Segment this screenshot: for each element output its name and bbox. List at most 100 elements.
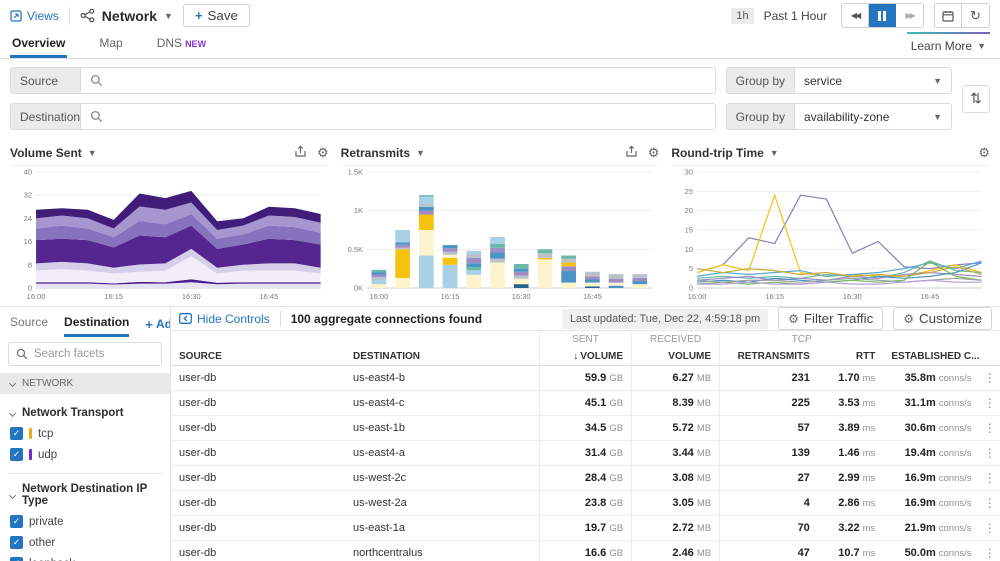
retransmits-chart[interactable]: 0K 0.5K 1K 1.5K 16:00 16:15 16:30 16:45 bbox=[341, 166, 660, 302]
row-menu-kebab-icon[interactable]: ⋮ bbox=[979, 365, 1000, 391]
facet-tab-source[interactable]: Source bbox=[10, 309, 48, 337]
gear-icon[interactable]: ⚙ bbox=[648, 145, 660, 161]
checkbox-checked[interactable]: ✓ bbox=[10, 448, 23, 461]
row-menu-kebab-icon[interactable]: ⋮ bbox=[979, 440, 1000, 466]
row-menu-kebab-icon[interactable]: ⋮ bbox=[979, 540, 1000, 561]
volume-sent-chart[interactable]: 081624324016:00 16:15 16:30 16:45 bbox=[10, 166, 329, 302]
svg-text:25: 25 bbox=[685, 187, 693, 196]
row-menu-kebab-icon[interactable]: ⋮ bbox=[979, 490, 1000, 516]
cell-value: 23.8 bbox=[584, 497, 607, 509]
fast-forward-button[interactable]: ▶▶ bbox=[896, 4, 923, 27]
destination-search-input[interactable] bbox=[110, 109, 706, 124]
cell-value: 225 bbox=[791, 397, 810, 409]
svg-text:15: 15 bbox=[685, 226, 693, 235]
table-row[interactable]: user-db us-west-2c 28.4 GB 3.08 MB 27 2.99 ms 16.… bbox=[171, 465, 1000, 491]
checkbox-checked[interactable]: ✓ bbox=[10, 557, 23, 561]
table-row[interactable]: user-db northcentralus 16.6 GB 2.46 MB 47 10.7 m… bbox=[171, 540, 1000, 561]
cell-value: 34.5 bbox=[584, 422, 607, 434]
playback-button-group: ◀◀ ▶▶ bbox=[841, 3, 924, 28]
round-trip-time-panel: Round-trip Time ▼ ⚙ 0 5 10 15 20 25 30 16:00 16:… bbox=[671, 140, 991, 302]
hide-controls-button[interactable]: Hide Controls bbox=[179, 312, 270, 326]
filter-traffic-button[interactable]: ⚙ Filter Traffic bbox=[778, 307, 884, 330]
calendar-button[interactable] bbox=[935, 4, 962, 27]
facet-item-other[interactable]: ✓ other bbox=[10, 536, 160, 549]
swap-arrows-icon: ⇅ bbox=[970, 90, 982, 106]
facet-item-tcp[interactable]: ✓ tcp bbox=[10, 427, 160, 440]
column-rtt[interactable]: RTT bbox=[817, 348, 884, 366]
plus-icon: + bbox=[194, 8, 203, 23]
tab-dns[interactable]: DNS NEW bbox=[155, 30, 208, 58]
cell-unit: ms bbox=[862, 523, 876, 534]
cell-rtt: 1.70 ms bbox=[817, 365, 884, 391]
row-menu-kebab-icon[interactable]: ⋮ bbox=[979, 390, 1000, 416]
time-range-badge[interactable]: 1h bbox=[731, 7, 754, 24]
facet-section-label: NETWORK bbox=[22, 378, 74, 389]
facet-group-title[interactable]: Network Destination IP Type bbox=[8, 483, 160, 507]
group-header-sent: SENT bbox=[538, 331, 632, 348]
row-menu-kebab-icon[interactable]: ⋮ bbox=[979, 515, 1000, 541]
facet-tab-bar: Source Destination +Add bbox=[0, 307, 170, 337]
row-menu-kebab-icon[interactable]: ⋮ bbox=[979, 415, 1000, 441]
table-row[interactable]: user-db us-west-2a 23.8 GB 3.05 MB 4 2.86 ms 16.9… bbox=[171, 490, 1000, 516]
views-label: Views bbox=[27, 8, 59, 23]
export-icon[interactable] bbox=[625, 144, 638, 158]
column-source[interactable]: SOURCE bbox=[171, 348, 345, 366]
learn-more-dropdown[interactable]: Learn More ▼ bbox=[906, 32, 991, 58]
views-button[interactable]: Views bbox=[10, 9, 59, 23]
cell-retransmits: 231 bbox=[719, 365, 818, 391]
swap-source-destination-button[interactable]: ⇅ bbox=[962, 84, 990, 113]
customize-button[interactable]: ⚙ Customize bbox=[893, 307, 992, 330]
column-received-volume[interactable]: VOLUME bbox=[631, 348, 720, 366]
source-group-by-value: service bbox=[804, 73, 843, 88]
export-icon[interactable] bbox=[294, 144, 307, 158]
round-trip-time-chart[interactable]: 05101520253016:00 16:15 16:30 16:45 bbox=[671, 166, 990, 302]
checkbox-checked[interactable]: ✓ bbox=[10, 536, 23, 549]
column-sent-volume[interactable]: ↓ VOLUME bbox=[538, 348, 632, 366]
table-row[interactable]: user-db us-east4-c 45.1 GB 8.39 MB 225 3.53 ms 31… bbox=[171, 390, 1000, 416]
column-retransmits[interactable]: RETRANSMITS bbox=[719, 348, 818, 366]
cell-value: 5.72 bbox=[672, 422, 694, 434]
facet-group-title[interactable]: Network Transport bbox=[8, 407, 160, 419]
table-row[interactable]: user-db us-east4-a 31.4 GB 3.44 MB 139 1.46 ms 19… bbox=[171, 440, 1000, 466]
facet-group-label: Network Destination IP Type bbox=[22, 483, 148, 507]
table-row[interactable]: user-db us-east4-b 59.9 GB 6.27 MB 231 1.70 ms 35… bbox=[171, 365, 1000, 391]
time-range-label[interactable]: Past 1 Hour bbox=[764, 9, 827, 23]
table-row[interactable]: user-db us-east-1b 34.5 GB 5.72 MB 57 3.89 ms 30.… bbox=[171, 415, 1000, 441]
source-group-by-select[interactable]: service ▼ bbox=[794, 67, 952, 94]
chart-title[interactable]: Retransmits bbox=[341, 146, 410, 160]
chevron-down-icon: ▼ bbox=[933, 111, 942, 122]
table-row[interactable]: user-db us-east-1a 19.7 GB 2.72 MB 70 3.22 ms 21.… bbox=[171, 515, 1000, 541]
add-facet-button[interactable]: +Add bbox=[145, 317, 170, 337]
gear-icon[interactable]: ⚙ bbox=[978, 145, 990, 161]
facet-item-loopback[interactable]: ✓ loopback bbox=[10, 557, 160, 561]
svg-text:32: 32 bbox=[24, 191, 32, 200]
facet-item-udp[interactable]: ✓ udp bbox=[10, 448, 160, 461]
row-menu-kebab-icon[interactable]: ⋮ bbox=[979, 465, 1000, 491]
facet-section-header[interactable]: NETWORK bbox=[0, 373, 170, 394]
checkbox-checked[interactable]: ✓ bbox=[10, 427, 23, 440]
refresh-button[interactable]: ↻ bbox=[962, 4, 989, 27]
cell-unit: ms bbox=[862, 398, 876, 409]
page-title-label: Network bbox=[101, 7, 158, 24]
chart-title[interactable]: Volume Sent bbox=[10, 146, 82, 160]
destination-group-by-select[interactable]: availability-zone ▼ bbox=[794, 103, 952, 130]
facet-tab-destination[interactable]: Destination bbox=[64, 309, 130, 337]
gear-icon[interactable]: ⚙ bbox=[317, 145, 329, 161]
tab-overview[interactable]: Overview bbox=[10, 30, 68, 58]
facet-search-input[interactable] bbox=[34, 348, 154, 360]
cell-value: 3.44 bbox=[672, 447, 694, 459]
source-search-input[interactable] bbox=[110, 73, 706, 88]
pause-button[interactable] bbox=[869, 4, 896, 27]
tab-map[interactable]: Map bbox=[97, 30, 124, 58]
facet-tab-source-label: Source bbox=[10, 315, 49, 329]
save-button[interactable]: + Save bbox=[182, 4, 250, 27]
cell-sent-volume: 28.4 GB bbox=[538, 465, 632, 491]
facet-item-private[interactable]: ✓ private bbox=[10, 515, 160, 528]
page-title[interactable]: Network ▼ bbox=[80, 8, 173, 24]
column-established[interactable]: ESTABLISHED C... bbox=[883, 348, 980, 366]
rewind-button[interactable]: ◀◀ bbox=[842, 4, 869, 27]
column-destination[interactable]: DESTINATION bbox=[344, 348, 540, 366]
chart-title[interactable]: Round-trip Time bbox=[671, 146, 763, 160]
chevron-down-icon: ▼ bbox=[164, 10, 173, 21]
checkbox-checked[interactable]: ✓ bbox=[10, 515, 23, 528]
